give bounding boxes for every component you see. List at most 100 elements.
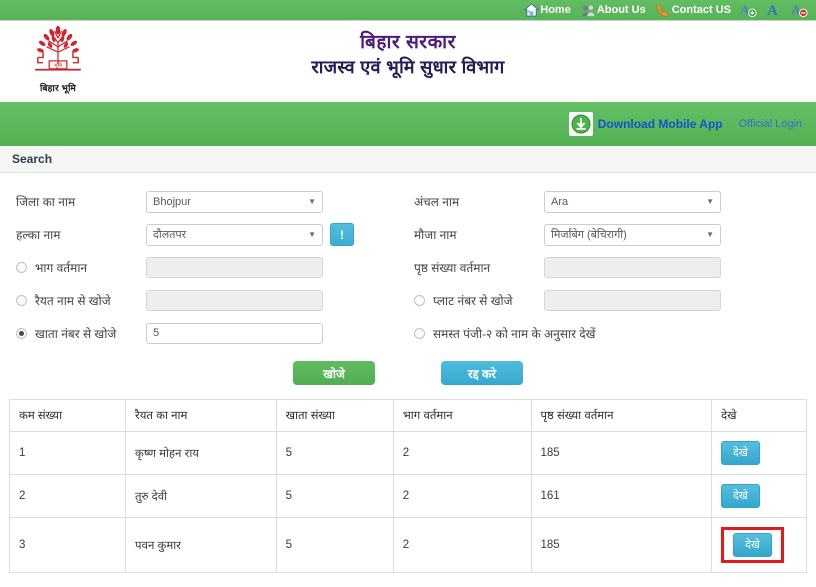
- anchal-value: Ara: [551, 195, 569, 208]
- column-header-serial: कम संख्या: [10, 400, 127, 432]
- results-table-wrapper: कम संख्या रैयत का नाम खाता संख्या भाग वर…: [9, 399, 807, 573]
- svg-text:A: A: [740, 3, 750, 18]
- raiyat-naam-input[interactable]: [146, 290, 323, 311]
- table-row: 1 कृष्ण मोहन राय 5 2 185 देखे: [10, 431, 806, 475]
- plot-number-input[interactable]: [544, 290, 721, 311]
- mauja-label: मौजा नाम: [414, 228, 457, 242]
- halka-label: हल्का नाम: [16, 228, 61, 242]
- top-navigation-bar: Home About Us Contact US A A A: [0, 0, 816, 21]
- plot-number-option[interactable]: प्लाट नंबर से खोजे: [408, 292, 544, 309]
- cell-bhag: 2: [393, 517, 532, 573]
- khata-number-option[interactable]: खाता नंबर से खोजे: [10, 325, 146, 342]
- mauja-value: मिर्जांबेग (बेचिरागी): [551, 229, 627, 241]
- raiyat-naam-option[interactable]: रैयत नाम से खोजे: [10, 292, 146, 309]
- cell-name: तुरु देवी: [125, 474, 277, 518]
- column-header-prishth: पृष्ठ संख्या वर्तमान: [531, 400, 713, 432]
- home-icon: [524, 2, 540, 18]
- plot-number-radio[interactable]: [414, 295, 425, 306]
- field-khata-number: खाता नंबर से खोजे 5: [10, 317, 408, 350]
- district-select[interactable]: Bhojpur ▼: [146, 190, 323, 213]
- district-label: जिला का नाम: [16, 195, 76, 209]
- cancel-button[interactable]: रद्द करे: [441, 361, 523, 385]
- raiyat-naam-radio[interactable]: [16, 295, 27, 306]
- nav-home-label: Home: [540, 4, 571, 16]
- prishth-sankhya-input[interactable]: [544, 257, 721, 278]
- field-halka: हल्का नाम दौलतपर ▼ !: [10, 218, 408, 251]
- cell-name: कृष्ण मोहन राय: [125, 431, 277, 475]
- field-bhag-vartaman: भाग वर्तमान: [10, 251, 408, 284]
- nav-about-us-label: About Us: [596, 4, 646, 16]
- bhag-vartaman-input[interactable]: [146, 257, 323, 278]
- bhag-vartaman-label: भाग वर्तमान: [35, 261, 88, 275]
- svg-text:A: A: [767, 3, 778, 18]
- panji-by-name-radio[interactable]: [414, 328, 425, 339]
- raiyat-naam-label: रैयत नाम से खोजे: [35, 294, 111, 308]
- khata-number-radio[interactable]: [16, 328, 27, 339]
- halka-select[interactable]: दौलतपर ▼: [146, 223, 323, 246]
- download-mobile-app-label: Download Mobile App: [597, 117, 723, 131]
- field-anchal: अंचल नाम Ara ▼: [408, 185, 806, 218]
- nav-home[interactable]: Home: [524, 2, 571, 18]
- svg-text:A: A: [791, 3, 801, 18]
- cell-khata: 5: [276, 431, 394, 475]
- anchal-select[interactable]: Ara ▼: [544, 190, 721, 213]
- download-mobile-app-link[interactable]: Download Mobile App: [568, 112, 723, 136]
- cell-prishth: 161: [531, 474, 713, 518]
- bhag-vartaman-option[interactable]: भाग वर्तमान: [10, 259, 146, 276]
- table-header-row: कम संख्या रैयत का नाम खाता संख्या भाग वर…: [10, 400, 806, 432]
- nav-contact-us[interactable]: Contact US: [656, 3, 731, 18]
- khata-number-label: खाता नंबर से खोजे: [35, 327, 117, 341]
- cell-khata: 5: [276, 474, 394, 518]
- chevron-down-icon: ▼: [308, 197, 316, 206]
- chevron-down-icon: ▼: [308, 230, 316, 239]
- panji-by-name-label: समस्त पंजी-२ को नाम के अनुसार देखें: [433, 327, 596, 341]
- cell-view: देखे: [711, 517, 806, 573]
- field-district: जिला का नाम Bhojpur ▼: [10, 185, 408, 218]
- view-button[interactable]: देखे: [721, 441, 760, 465]
- search-panel-header: Search: [0, 146, 816, 173]
- header-title-block: बिहार सरकार राजस्व एवं भूमि सुधार विभाग: [0, 31, 816, 79]
- results-table: कम संख्या रैयत का नाम खाता संख्या भाग वर…: [10, 400, 806, 573]
- cell-serial: 1: [10, 431, 127, 475]
- bhag-vartaman-radio[interactable]: [16, 262, 27, 273]
- view-button[interactable]: देखे: [721, 484, 760, 508]
- view-button[interactable]: देखे: [733, 533, 772, 557]
- cell-khata: 5: [276, 517, 394, 573]
- column-header-khata: खाता संख्या: [276, 400, 394, 432]
- anchal-label: अंचल नाम: [414, 195, 460, 209]
- nav-about-us[interactable]: About Us: [581, 3, 646, 18]
- search-button[interactable]: खोजे: [293, 361, 375, 385]
- cell-view: देखे: [711, 431, 806, 475]
- mauja-select[interactable]: मिर्जांबेग (बेचिरागी) ▼: [544, 223, 721, 246]
- halka-info-button[interactable]: !: [330, 223, 354, 246]
- field-panji-by-name: समस्त पंजी-२ को नाम के अनुसार देखें: [408, 317, 806, 350]
- people-icon: [581, 3, 596, 18]
- official-login-link[interactable]: Official Login: [739, 118, 802, 130]
- cell-prishth: 185: [531, 517, 713, 573]
- column-header-bhag: भाग वर्तमान: [393, 400, 532, 432]
- cell-bhag: 2: [393, 431, 532, 475]
- cell-prishth: 185: [531, 431, 713, 475]
- download-arrow-icon: [568, 112, 593, 136]
- form-buttons: खोजे रद्द करे: [10, 361, 806, 385]
- highlight-annotation: देखे: [721, 527, 784, 563]
- column-header-view: देखे: [711, 400, 806, 432]
- normal-font-size-icon[interactable]: A: [766, 2, 782, 18]
- column-header-name: रैयत का नाम: [125, 400, 277, 432]
- phone-icon: [656, 3, 671, 18]
- panji-by-name-option[interactable]: समस्त पंजी-२ को नाम के अनुसार देखें: [408, 325, 596, 342]
- cell-serial: 3: [10, 517, 127, 573]
- decrease-font-size-icon[interactable]: A: [791, 2, 808, 18]
- table-row: 2 तुरु देवी 5 2 161 देखे: [10, 474, 806, 518]
- cell-name: पवन कुमार: [125, 517, 277, 573]
- page-title: बिहार सरकार: [360, 32, 456, 53]
- cell-view: देखे: [711, 474, 806, 518]
- table-row: 3 पवन कुमार 5 2 185 देखे: [10, 517, 806, 573]
- khata-number-input[interactable]: 5: [146, 323, 323, 344]
- prishth-sankhya-label: पृष्ठ संख्या वर्तमान: [414, 261, 491, 275]
- logo-caption: बिहार भूमि: [39, 83, 76, 93]
- chevron-down-icon: ▼: [706, 197, 714, 206]
- site-header: भूमि बिहार भूमि बिहार सरकार राजस्व एवं भ…: [0, 21, 816, 102]
- cell-bhag: 2: [393, 474, 532, 518]
- increase-font-size-icon[interactable]: A: [740, 2, 757, 18]
